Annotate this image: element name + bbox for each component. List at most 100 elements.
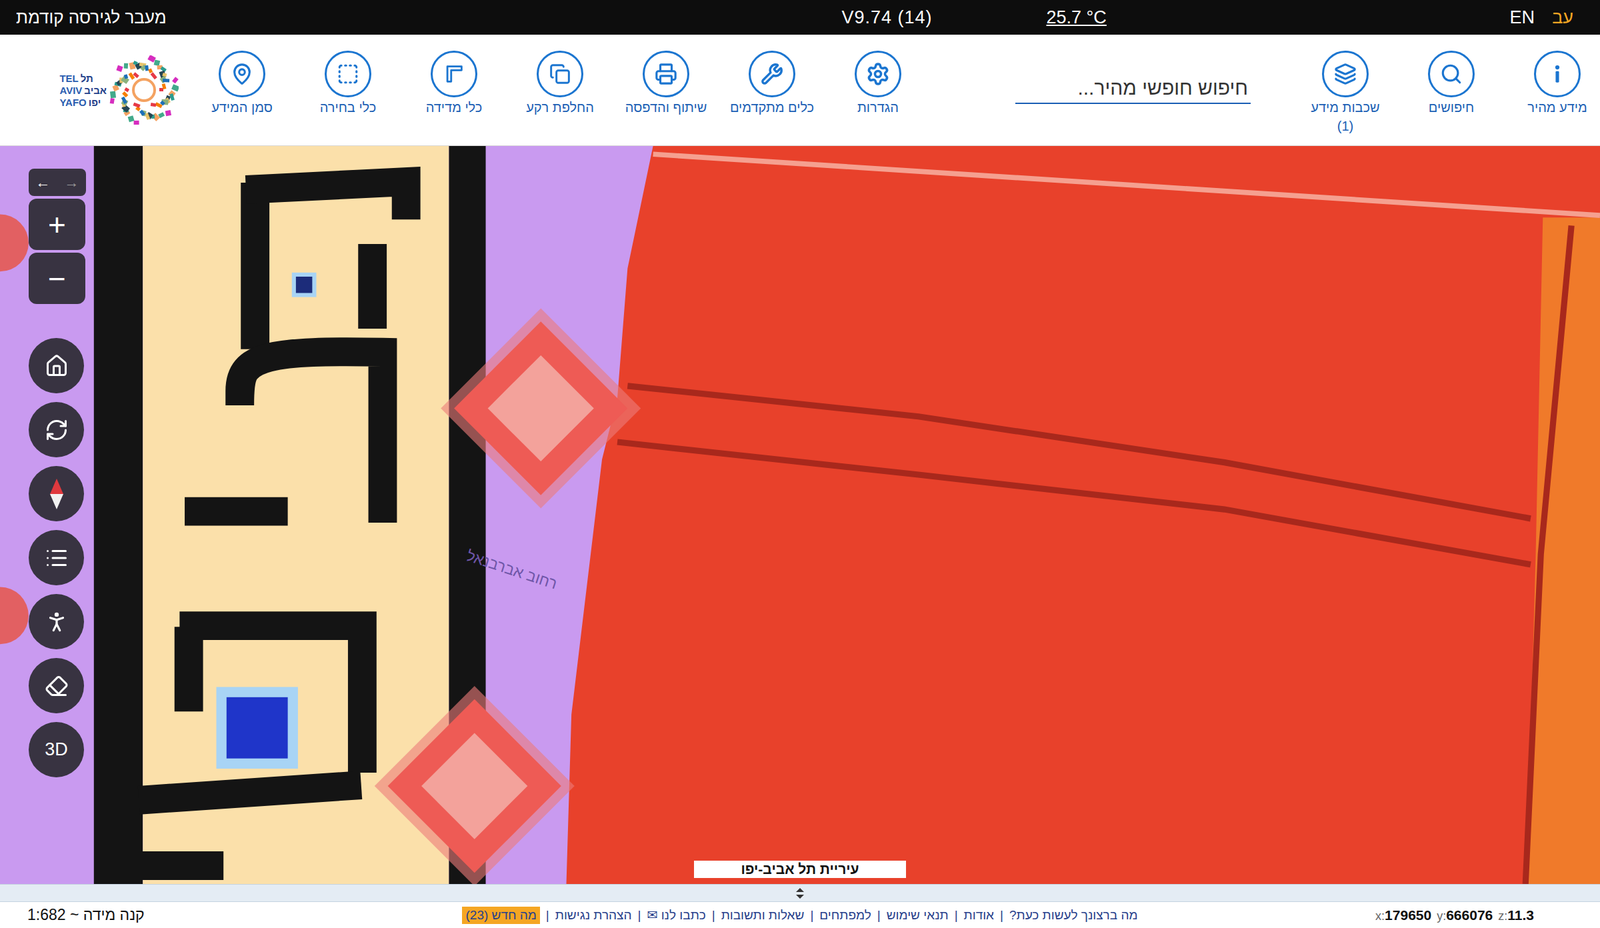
toolbar-button-circle <box>1428 50 1475 98</box>
map-marker <box>226 697 288 759</box>
expand-collapse-icon[interactable] <box>794 887 806 900</box>
zoom-button[interactable]: − <box>28 252 86 304</box>
toolbar-button[interactable]: סמן המידע <box>199 34 285 116</box>
language-option[interactable]: עב <box>1534 7 1574 28</box>
footer-links: מה ברצונך לעשות כעת? | אודות | תנאי שימוש | למ… <box>462 906 1138 924</box>
parcel-border <box>1525 225 1572 884</box>
toolbar-button-label: כלי בחירה <box>320 98 377 116</box>
link-separator: | <box>546 908 550 923</box>
toolbar-button[interactable]: כלים מתקדמים <box>729 34 815 116</box>
map-tool-button[interactable] <box>28 658 84 714</box>
city-emblem-icon <box>109 55 179 125</box>
link-separator: | <box>638 908 642 923</box>
temperature-link[interactable]: 25.7 °C <box>1046 7 1106 28</box>
toolbar-button-label: חיפושים <box>1428 98 1474 116</box>
building-parcel[interactable] <box>566 146 1600 884</box>
link-separator: | <box>954 908 958 923</box>
quick-search-input[interactable] <box>1015 72 1251 104</box>
map-tool-button[interactable] <box>28 466 84 522</box>
layer-count: (1) <box>1337 117 1354 135</box>
gear-icon <box>866 62 890 86</box>
version-label: V9.74 (14) <box>841 7 932 28</box>
toolbar-button[interactable]: חיפושים <box>1408 34 1494 116</box>
toolbar-button-label: הגדרות <box>857 98 899 116</box>
street-marking <box>153 182 407 866</box>
3d-button[interactable]: 3D <box>28 722 84 778</box>
street-label: רחוב אברבנאל <box>464 546 560 592</box>
footer-link[interactable]: כתבו לנו ✉ <box>646 907 706 923</box>
footer-link[interactable]: מה חדש (23) <box>462 906 540 924</box>
toolbar-button-label: שכבות מידע <box>1310 98 1380 116</box>
toolbar-button[interactable]: שיתוף והדפסה <box>623 34 709 116</box>
toolbar-button[interactable]: שכבות מידע(1) <box>1302 34 1388 135</box>
logo-line: AVIVאביב <box>59 84 107 96</box>
parcel-border <box>653 154 1600 216</box>
map-marker <box>292 272 317 298</box>
logo-line: TELתל <box>59 72 107 84</box>
footer-link[interactable]: הצהרת נגישות <box>555 908 632 923</box>
footer-link[interactable]: מה ברצונך לעשות כעת? <box>1009 908 1138 923</box>
top-bar: מעבר לגירסה קודמת V9.74 (14) 25.7 °C ENעב <box>0 0 1600 35</box>
toolbar-button[interactable]: הגדרות <box>835 34 921 116</box>
parcel-line <box>627 386 1531 519</box>
legend-list-icon <box>44 546 69 570</box>
zoom-group: ←→+− <box>28 168 86 304</box>
coordinate: y:666076 <box>1436 907 1493 924</box>
printer-icon <box>654 62 678 86</box>
map-parcel <box>0 214 29 272</box>
footer-link[interactable]: אודות <box>964 908 994 923</box>
toolbar-button[interactable]: כלי מדידה <box>411 34 497 116</box>
toolbar-button-label: החלפת רקע <box>526 98 594 116</box>
refresh-icon <box>44 418 69 442</box>
footer-link[interactable]: תנאי שימוש <box>886 908 949 923</box>
map-pin-icon <box>230 62 254 86</box>
panel-divider[interactable] <box>0 884 1600 902</box>
map-tool-group: 3D <box>28 338 84 778</box>
zoom-button[interactable]: + <box>28 198 86 250</box>
home-icon <box>44 354 69 378</box>
toolbar-button[interactable]: החלפת רקע <box>517 34 603 116</box>
toolbar-button[interactable]: מידע מהיר <box>1514 34 1600 116</box>
eraser-icon <box>44 674 69 698</box>
info-icon <box>1546 62 1569 86</box>
map-attribution: עיריית תל אביב-יפו <box>694 860 906 878</box>
map-area[interactable]: רחוב אברבנאל ←→+− 3D עיריית תל אביב-יפו <box>0 146 1600 884</box>
footer-link[interactable]: למפתחים <box>819 908 871 923</box>
city-logo[interactable]: TELתלAVIVאביבYAFOיפו <box>59 34 179 146</box>
map-tool-button[interactable] <box>28 338 84 394</box>
coordinate: z:11.3 <box>1498 907 1534 924</box>
map-parcel <box>0 586 29 644</box>
street-view-person-icon <box>44 609 70 635</box>
gis-app: מעבר לגירסה קודמת V9.74 (14) 25.7 °C ENעב מי… <box>0 0 1600 928</box>
map-controls: ←→+− 3D <box>28 168 86 778</box>
toolbar-button-circle <box>748 50 796 98</box>
toolbar-button-circle <box>642 50 690 98</box>
map-ground <box>0 146 1600 884</box>
selection-icon <box>336 62 360 86</box>
toolbar-button-circle <box>218 50 266 98</box>
map-tool-button[interactable] <box>28 530 84 586</box>
address-point[interactable] <box>440 308 641 508</box>
logo-line: YAFOיפו <box>59 96 107 108</box>
history-button[interactable]: → <box>57 168 86 196</box>
map-tool-button[interactable] <box>28 402 84 458</box>
link-separator: | <box>1000 908 1004 923</box>
address-point[interactable] <box>374 686 575 884</box>
history-button[interactable]: ← <box>28 168 58 196</box>
map-tool-button[interactable] <box>28 594 84 650</box>
toolbar-button-circle <box>854 50 902 98</box>
tools-icon <box>760 62 784 86</box>
footer-link[interactable]: שאלות ותשובות <box>721 908 805 923</box>
previous-version-link[interactable]: מעבר לגירסה קודמת <box>16 7 167 28</box>
search-icon <box>1440 62 1463 86</box>
layers-icon <box>1334 62 1357 86</box>
toolbar-button-circle <box>324 50 372 98</box>
language-option[interactable]: EN <box>1492 7 1536 28</box>
link-separator: | <box>877 908 881 923</box>
scale-label: קנה מידה ~ 1:682 <box>0 906 145 924</box>
compass-icon <box>46 477 67 511</box>
history-nav: ←→ <box>28 168 86 196</box>
ruler-icon <box>442 62 466 86</box>
toolbar-button[interactable]: כלי בחירה <box>305 34 391 116</box>
map-canvas[interactable]: רחוב אברבנאל <box>0 146 1600 884</box>
